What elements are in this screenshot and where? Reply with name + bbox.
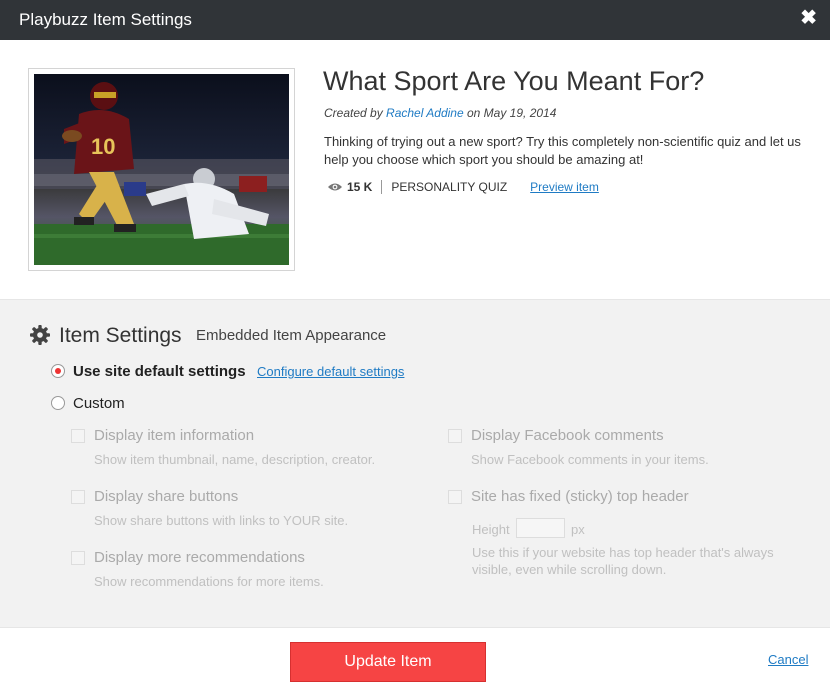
settings-title: Item Settings bbox=[59, 324, 182, 347]
item-title: What Sport Are You Meant For? bbox=[323, 66, 705, 96]
custom-label[interactable]: Custom bbox=[73, 395, 125, 412]
height-label: Height bbox=[472, 522, 510, 537]
item-description: Thinking of trying out a new sport? Try … bbox=[324, 134, 801, 167]
update-item-button[interactable]: Update Item bbox=[290, 642, 486, 682]
item-stats: 15 K PERSONALITY QUIZ Preview item bbox=[328, 180, 599, 194]
height-input[interactable] bbox=[516, 518, 565, 538]
gear-icon bbox=[30, 325, 50, 345]
date-prefix: on bbox=[463, 106, 484, 120]
item-thumbnail-frame: 10 bbox=[28, 68, 295, 271]
author-link[interactable]: Rachel Addine bbox=[386, 106, 464, 120]
cancel-link[interactable]: Cancel bbox=[768, 652, 808, 667]
preview-item-link[interactable]: Preview item bbox=[530, 180, 599, 194]
recommendations-checkbox[interactable] bbox=[71, 551, 85, 565]
facebook-hint: Show Facebook comments in your items. bbox=[471, 452, 709, 467]
sticky-header-label: Site has fixed (sticky) top header bbox=[471, 488, 689, 505]
share-label: Display share buttons bbox=[94, 488, 239, 505]
eye-icon bbox=[328, 183, 342, 191]
football-player-image: 10 bbox=[34, 74, 289, 265]
title-bar: Playbuzz Item Settings ✖ bbox=[0, 0, 830, 40]
recommendations-label: Display more recommendations bbox=[94, 549, 305, 566]
view-count: 15 K bbox=[347, 180, 373, 194]
sticky-header-checkbox[interactable] bbox=[448, 490, 462, 504]
facebook-label: Display Facebook comments bbox=[471, 427, 664, 444]
item-summary: 10 What Sport Are You Meant For? Created… bbox=[0, 40, 830, 299]
close-icon[interactable]: ✖ bbox=[800, 8, 817, 28]
created-by-prefix: Created by bbox=[324, 106, 387, 120]
item-info-checkbox[interactable] bbox=[71, 429, 85, 443]
use-default-radio[interactable] bbox=[51, 364, 65, 378]
svg-text:10: 10 bbox=[91, 134, 115, 159]
item-date: May 19, 2014 bbox=[483, 106, 557, 120]
item-thumbnail: 10 bbox=[34, 74, 289, 265]
height-unit: px bbox=[571, 522, 585, 537]
item-type: PERSONALITY QUIZ bbox=[391, 180, 508, 194]
settings-panel: Item Settings Embedded Item Appearance U… bbox=[0, 299, 830, 628]
settings-subtitle: Embedded Item Appearance bbox=[196, 327, 387, 344]
sticky-header-hint: Use this if your website has top header … bbox=[472, 545, 774, 577]
recommendations-hint: Show recommendations for more items. bbox=[94, 574, 324, 589]
use-default-label[interactable]: Use site default settings bbox=[73, 363, 246, 380]
facebook-checkbox[interactable] bbox=[448, 429, 462, 443]
item-info-label: Display item information bbox=[94, 427, 255, 444]
share-checkbox[interactable] bbox=[71, 490, 85, 504]
footer: Update Item Cancel bbox=[0, 627, 830, 698]
configure-default-link[interactable]: Configure default settings bbox=[257, 364, 404, 379]
stats-divider bbox=[381, 180, 383, 194]
custom-radio[interactable] bbox=[51, 396, 65, 410]
item-meta: Created by Rachel Addine on May 19, 2014 bbox=[324, 106, 556, 120]
window-title: Playbuzz Item Settings bbox=[19, 10, 192, 29]
share-hint: Show share buttons with links to YOUR si… bbox=[94, 513, 349, 528]
item-info-hint: Show item thumbnail, name, description, … bbox=[94, 452, 376, 467]
